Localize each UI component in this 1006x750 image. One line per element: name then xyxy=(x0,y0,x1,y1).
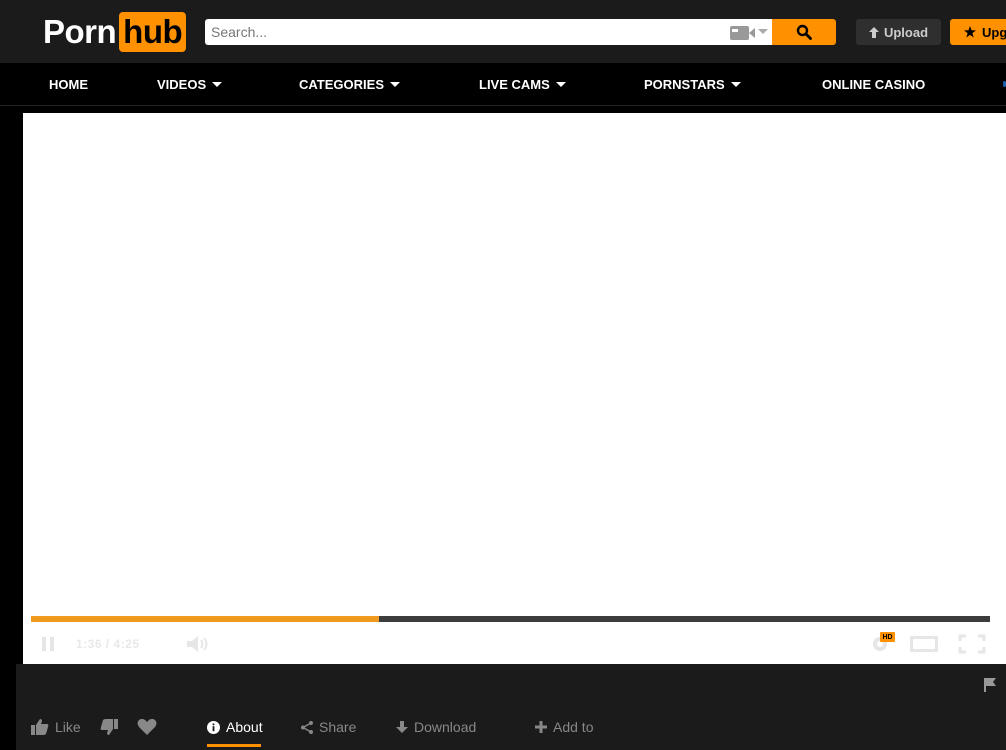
favorite-button[interactable] xyxy=(137,714,157,740)
star-icon xyxy=(964,26,976,38)
time-readout: 1:36 / 4:25 xyxy=(76,637,140,651)
theater-mode-button[interactable] xyxy=(910,634,938,654)
thumbs-down-icon xyxy=(100,719,118,735)
nav-item-label: CATEGORIES xyxy=(299,77,384,92)
nav-item-label: LIVE CAMS xyxy=(479,77,550,92)
dislike-button[interactable] xyxy=(100,714,118,740)
chevron-down-icon xyxy=(212,82,223,87)
nav-item-home[interactable]: HOME xyxy=(49,64,88,105)
time-display: 1:36 / 4:25 xyxy=(76,634,140,654)
chevron-down-icon xyxy=(390,82,400,87)
nav-item-label: VIDEOS xyxy=(157,77,207,92)
video-player[interactable] xyxy=(16,113,1006,664)
video-progress-bar[interactable] xyxy=(31,616,990,622)
upgrade-button[interactable]: Upg xyxy=(950,19,1006,45)
tab-add-to[interactable]: Add to xyxy=(535,714,593,740)
share-icon xyxy=(301,720,313,734)
nav-item-videos[interactable]: VIDEOS xyxy=(157,64,223,105)
pause-icon xyxy=(42,637,54,651)
site-logo[interactable]: Porn hub xyxy=(43,12,187,52)
pause-button[interactable] xyxy=(40,634,56,654)
flag-icon[interactable] xyxy=(983,677,997,693)
upload-arrow-icon xyxy=(868,26,879,38)
download-icon xyxy=(396,720,408,733)
upload-button[interactable]: Upload xyxy=(856,19,941,45)
logo-text-left: Porn xyxy=(43,13,117,50)
nav-item-live-cams[interactable]: LIVE CAMS xyxy=(479,64,566,105)
main-nav: HOME VIDEOS CATEGORIES LIVE CAMS PORNSTA… xyxy=(0,64,1006,106)
video-progress-fill xyxy=(31,616,380,622)
nav-item-label: HOME xyxy=(49,77,88,92)
search-input[interactable] xyxy=(205,19,772,45)
fullscreen-icon xyxy=(958,634,986,654)
site-header: Porn hub Upload Upg xyxy=(0,0,1006,64)
video-actions-bar xyxy=(16,664,1006,750)
nav-item-label: ONLINE CASINO xyxy=(822,77,926,92)
tab-download-label: Download xyxy=(414,719,477,735)
like-button[interactable]: Like xyxy=(31,714,81,740)
tab-download[interactable]: Download xyxy=(396,714,476,740)
nav-item-pornstars[interactable]: PORNSTARS xyxy=(644,64,741,105)
theater-mode-icon xyxy=(910,636,938,652)
tab-share[interactable]: Share xyxy=(301,714,356,740)
tab-add-to-label: Add to xyxy=(553,719,594,735)
upload-label: Upload xyxy=(883,24,929,40)
search-button[interactable] xyxy=(772,19,836,45)
tab-about-label: About xyxy=(226,719,263,735)
video-camera-icon[interactable] xyxy=(729,23,769,43)
like-label: Like xyxy=(55,719,81,735)
plus-icon xyxy=(535,721,547,733)
nav-item-label: PORNSTARS xyxy=(644,77,725,92)
thumbs-up-icon xyxy=(31,719,49,735)
tab-about[interactable]: About xyxy=(207,714,263,740)
volume-button[interactable] xyxy=(186,634,212,654)
chevron-down-icon xyxy=(730,82,741,87)
nav-item-online-casino[interactable]: ONLINE CASINO xyxy=(822,64,925,105)
fullscreen-button[interactable] xyxy=(958,634,986,654)
tab-share-label: Share xyxy=(319,719,357,735)
search-icon xyxy=(796,24,812,40)
logo-text-right: hub xyxy=(119,12,187,52)
upgrade-label: Upg xyxy=(982,24,1006,40)
heart-icon xyxy=(137,718,157,735)
nav-item-categories[interactable]: CATEGORIES xyxy=(299,64,400,105)
chevron-down-icon xyxy=(555,82,566,87)
hd-badge: HD xyxy=(880,632,895,642)
active-tab-indicator xyxy=(207,744,261,747)
volume-icon xyxy=(187,636,208,652)
info-icon xyxy=(207,720,220,734)
